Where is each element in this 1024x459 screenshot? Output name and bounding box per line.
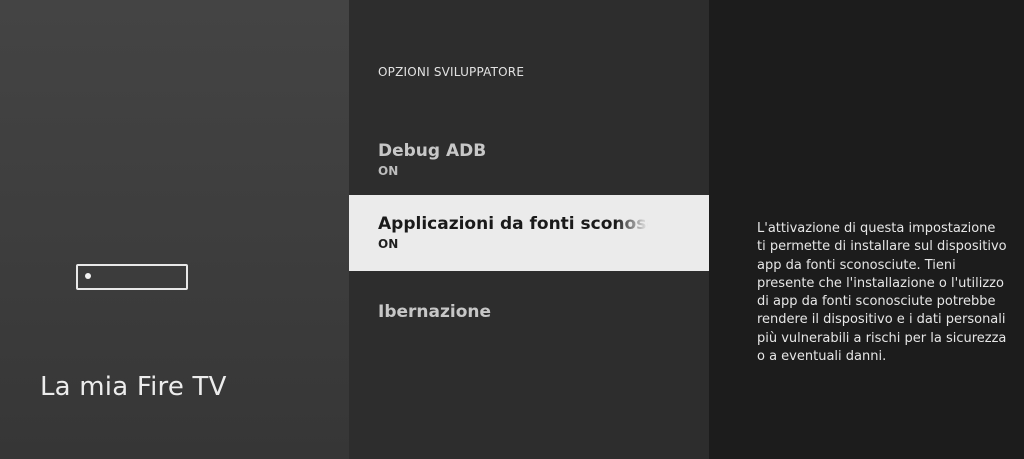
fire-tv-settings-screen: La mia Fire TV OPZIONI SVILUPPATORE Debu… bbox=[0, 0, 1024, 459]
menu-item-label: Debug ADB bbox=[378, 141, 487, 161]
menu-item-value: ON bbox=[378, 164, 399, 178]
section-title: OPZIONI SVILUPPATORE bbox=[378, 65, 525, 79]
left-panel: La mia Fire TV bbox=[0, 0, 349, 459]
fire-tv-stick-icon bbox=[76, 264, 188, 290]
menu-item-label: Ibernazione bbox=[378, 302, 492, 322]
menu-item-value: ON bbox=[378, 237, 399, 251]
menu-item-unknown-sources[interactable]: Applicazioni da fonti sconosciute ON bbox=[349, 195, 709, 271]
status-led bbox=[85, 273, 91, 279]
menu-item-debug-adb[interactable]: Debug ADB ON bbox=[349, 141, 709, 193]
description-panel: L'attivazione di questa impostazione ti … bbox=[709, 0, 1024, 459]
setting-description: L'attivazione di questa impostazione ti … bbox=[757, 221, 1007, 365]
settings-menu: OPZIONI SVILUPPATORE Debug ADB ON Applic… bbox=[349, 0, 709, 459]
menu-item-hibernation[interactable]: Ibernazione bbox=[349, 302, 709, 332]
menu-item-label: Applicazioni da fonti sconosciute bbox=[378, 214, 648, 234]
page-title: La mia Fire TV bbox=[40, 372, 227, 402]
